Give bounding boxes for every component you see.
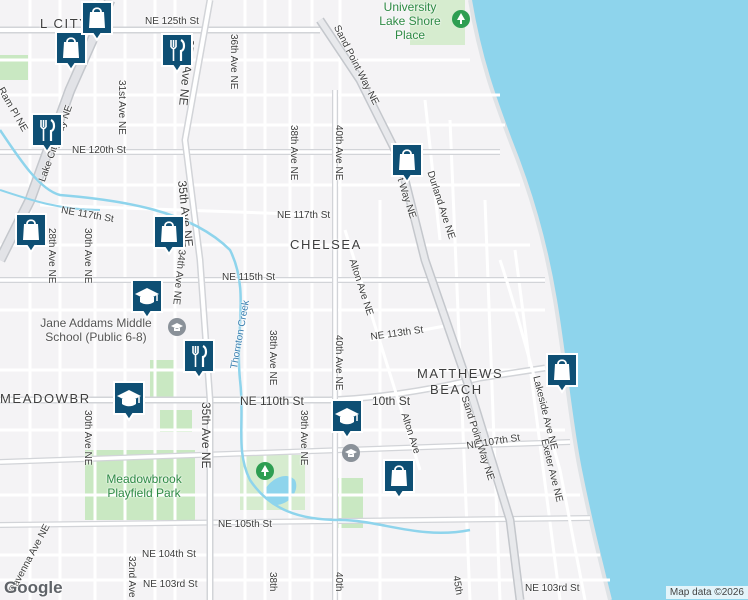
- shopping-marker[interactable]: [80, 0, 114, 42]
- shopping-bag-icon: [546, 353, 578, 394]
- street-40th-ave-north: 40th Ave NE: [333, 125, 344, 181]
- street-38th-ave-north: 38th Ave NE: [288, 125, 299, 181]
- school-marker[interactable]: [130, 278, 164, 320]
- poi-university-line3: Place: [394, 28, 426, 42]
- street-45th-ave: 45th: [450, 574, 465, 596]
- fork-knife-icon: [31, 113, 63, 154]
- neighborhood-beach: BEACH: [430, 382, 483, 397]
- street-38th-ave-south: 38th Ave NE: [267, 330, 278, 386]
- shopping-bag-icon: [81, 1, 113, 42]
- street-30th-ave-north: 30th Ave NE: [82, 228, 93, 284]
- shopping-marker[interactable]: [152, 214, 186, 256]
- street-ne-104th: NE 104th St: [142, 549, 196, 560]
- poi-meadowbrook-playfield-park[interactable]: Meadowbrook Playfield Park: [96, 472, 192, 500]
- street-31st-ave: 31st Ave NE: [116, 80, 127, 135]
- shopping-bag-icon: [153, 215, 185, 256]
- poi-meadowbrook-line1: Meadowbrook: [106, 472, 182, 486]
- fork-knife-icon: [183, 339, 215, 380]
- street-ne-110th: NE 110th St: [240, 394, 304, 408]
- shopping-marker[interactable]: [390, 142, 424, 184]
- street-39th-ave: 39th Ave NE: [298, 410, 309, 466]
- shopping-bag-icon: [15, 213, 47, 254]
- street-ne-105th: NE 105th St: [218, 519, 272, 530]
- park-tree-icon[interactable]: [452, 10, 470, 28]
- poi-university-line1: University: [383, 0, 437, 14]
- street-30th-ave-south: 30th Ave NE: [82, 410, 93, 466]
- shopping-bag-icon: [383, 459, 415, 500]
- street-40th-ave-south: 40th Ave NE: [333, 335, 344, 391]
- street-38th-ave-bottom: 38th: [267, 572, 278, 592]
- map-canvas[interactable]: CHELSEA MATTHEWS BEACH MEADOWBR L CITY N…: [0, 0, 748, 600]
- street-ne-103rd-east: NE 103rd St: [525, 583, 580, 594]
- street-ne-103rd: NE 103rd St: [143, 579, 198, 590]
- street-ne-125th: NE 125th St: [145, 16, 199, 27]
- street-32nd-ave: 32nd Ave: [126, 556, 137, 598]
- poi-jane-addams-school[interactable]: Jane Addams Middle School (Public 6-8): [28, 316, 164, 344]
- shopping-marker[interactable]: [382, 458, 416, 500]
- poi-university-line2: Lake Shore: [379, 14, 441, 28]
- graduation-cap-icon: [331, 399, 363, 440]
- school-marker[interactable]: [330, 398, 364, 440]
- google-logo: Google: [4, 578, 63, 597]
- graduation-cap-icon: [113, 381, 145, 422]
- neighborhood-chelsea: CHELSEA: [290, 237, 362, 252]
- street-ne-120th: NE 120th St: [72, 145, 126, 156]
- neighborhood-meadowbrook: MEADOWBR: [0, 391, 91, 406]
- street-40th-ave-bottom: 40th: [333, 572, 344, 592]
- restaurant-marker[interactable]: [160, 32, 194, 74]
- neighborhood-matthews: MATTHEWS: [417, 366, 504, 381]
- graduation-cap-icon: [131, 279, 163, 320]
- poi-jane-addams-line2: School (Public 6-8): [45, 330, 147, 344]
- shopping-bag-icon: [391, 143, 423, 184]
- school-poi-icon[interactable]: [342, 444, 360, 462]
- shopping-marker[interactable]: [545, 352, 579, 394]
- street-35th-ave-south: 35th Ave NE: [199, 402, 213, 469]
- poi-meadowbrook-line2: Playfield Park: [107, 486, 181, 500]
- poi-university-lake-shore[interactable]: University Lake Shore Place: [372, 0, 448, 42]
- shopping-marker[interactable]: [14, 212, 48, 254]
- street-ne-110th-east: 10th St: [372, 394, 411, 408]
- street-ne-117th: NE 117th St: [277, 210, 331, 221]
- school-poi-icon[interactable]: [168, 318, 186, 336]
- restaurant-marker[interactable]: [30, 112, 64, 154]
- school-marker[interactable]: [112, 380, 146, 422]
- street-36th-ave: 36th Ave NE: [228, 34, 239, 90]
- restaurant-marker[interactable]: [182, 338, 216, 380]
- fork-knife-icon: [161, 33, 193, 74]
- map-attribution[interactable]: Map data ©2026: [665, 586, 748, 599]
- street-ne-115th: NE 115th St: [222, 272, 276, 283]
- park-tree-icon[interactable]: [256, 462, 274, 480]
